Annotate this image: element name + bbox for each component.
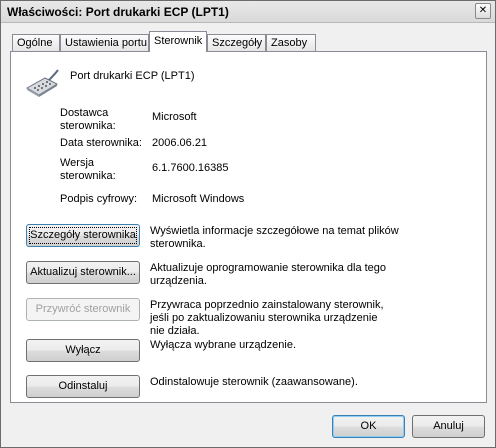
version-label: Wersja sterownika: <box>60 157 116 182</box>
printer-port-icon <box>25 69 59 97</box>
ok-button[interactable]: OK <box>332 415 405 438</box>
signer-label: Podpis cyfrowy: <box>60 193 138 205</box>
cancel-button[interactable]: Anuluj <box>412 415 485 438</box>
tab-strip: Ogólne Ustawienia portu Sterownik Szczeg… <box>10 31 490 52</box>
uninstall-driver-description: Odinstalowuje sterownik (zaawansowane). <box>150 376 358 388</box>
version-value: 6.1.7600.16385 <box>152 162 229 174</box>
window-title: Właściwości: Port drukarki ECP (LPT1) <box>7 5 229 19</box>
tab-general[interactable]: Ogólne <box>12 34 60 52</box>
date-label: Data sterownika: <box>60 137 142 149</box>
close-icon: ✕ <box>478 5 488 16</box>
tab-resources[interactable]: Zasoby <box>266 34 316 52</box>
device-name: Port drukarki ECP (LPT1) <box>70 70 195 82</box>
rollback-driver-description: Przywraca poprzednio zainstalowany stero… <box>150 299 384 337</box>
disable-device-description: Wyłącza wybrane urządzenie. <box>150 339 297 351</box>
rollback-driver-button[interactable]: Przywróć sterownik <box>26 298 140 321</box>
uninstall-driver-button[interactable]: Odinstaluj <box>26 375 140 398</box>
focus-ring <box>29 227 137 244</box>
title-bar[interactable]: Właściwości: Port drukarki ECP (LPT1) ✕ <box>1 1 495 23</box>
provider-label: Dostawca sterownika: <box>60 107 116 132</box>
disable-device-button[interactable]: Wyłącz <box>26 339 140 362</box>
tab-details[interactable]: Szczegóły <box>207 34 266 52</box>
driver-panel: Port drukarki ECP (LPT1) Dostawca sterow… <box>10 51 487 403</box>
driver-details-button[interactable]: Szczegóły sterownika <box>26 224 140 247</box>
update-driver-button[interactable]: Aktualizuj sterownik... <box>26 261 140 284</box>
close-button[interactable]: ✕ <box>475 3 491 19</box>
provider-value: Microsoft <box>152 111 197 123</box>
tab-driver[interactable]: Sterownik <box>149 31 207 52</box>
driver-details-description: Wyświetla informacje szczegółowe na tema… <box>150 225 399 250</box>
properties-dialog: Właściwości: Port drukarki ECP (LPT1) ✕ … <box>0 0 496 448</box>
tab-port-settings[interactable]: Ustawienia portu <box>60 34 149 52</box>
signer-value: Microsoft Windows <box>152 193 245 205</box>
update-driver-description: Aktualizuje oprogramowanie sterownika dl… <box>150 262 387 287</box>
date-value: 2006.06.21 <box>152 137 208 149</box>
